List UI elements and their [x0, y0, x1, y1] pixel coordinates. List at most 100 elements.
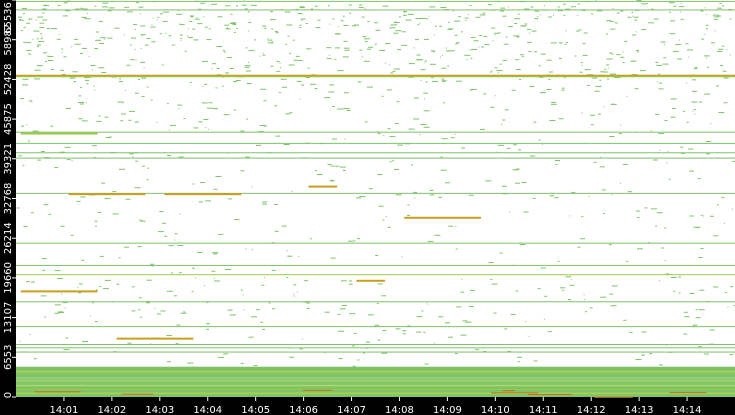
activity-point — [581, 112, 583, 114]
activity-point — [397, 49, 402, 51]
activity-point — [344, 138, 346, 140]
activity-point — [548, 78, 551, 80]
activity-point — [306, 302, 311, 304]
activity-point — [375, 255, 379, 256]
y-tick-label: 26214 — [3, 222, 14, 254]
activity-point — [285, 43, 288, 45]
activity-point — [425, 81, 428, 83]
activity-point — [129, 44, 132, 46]
activity-point — [688, 56, 690, 58]
activity-point — [356, 197, 361, 199]
activity-point — [618, 133, 622, 135]
activity-point — [440, 169, 447, 171]
activity-point — [54, 270, 61, 272]
activity-point — [670, 20, 676, 22]
activity-point — [376, 302, 379, 304]
activity-point — [37, 46, 39, 47]
activity-point — [469, 89, 473, 91]
activity-point — [30, 212, 34, 214]
activity-point — [56, 278, 63, 279]
band-line — [16, 326, 735, 328]
activity-point — [658, 280, 660, 282]
activity-point — [183, 118, 186, 119]
activity-point — [58, 34, 60, 36]
dense-stripe — [16, 383, 735, 385]
activity-point — [713, 235, 719, 237]
activity-point — [404, 12, 406, 14]
activity-point — [393, 68, 400, 70]
activity-point — [81, 16, 87, 18]
activity-point — [668, 2, 675, 4]
activity-point — [416, 54, 421, 56]
activity-point — [26, 42, 31, 44]
activity-point — [262, 201, 267, 203]
activity-point — [517, 361, 520, 363]
activity-point — [544, 295, 548, 297]
activity-point — [582, 43, 586, 45]
activity-point — [315, 170, 318, 171]
band-line — [16, 274, 735, 276]
activity-point — [146, 86, 149, 88]
activity-point — [95, 39, 101, 41]
activity-point — [683, 110, 686, 112]
activity-point — [541, 143, 543, 145]
x-tick-label: 14:07 — [337, 405, 366, 415]
activity-point — [287, 35, 290, 37]
activity-point — [359, 196, 366, 197]
activity-point — [464, 54, 471, 56]
activity-point — [293, 295, 295, 297]
activity-point — [297, 291, 299, 293]
activity-point — [263, 100, 267, 102]
activity-point — [684, 316, 690, 318]
activity-point — [700, 248, 704, 249]
activity-point — [215, 87, 218, 89]
activity-point — [76, 200, 81, 202]
activity-point — [729, 286, 733, 288]
activity-point — [721, 196, 725, 198]
activity-point — [343, 92, 349, 94]
activity-point — [247, 11, 250, 13]
activity-point — [560, 287, 566, 289]
activity-point — [546, 59, 552, 61]
activity-point — [720, 367, 723, 368]
activity-point — [65, 108, 71, 109]
activity-point — [368, 188, 373, 190]
activity-point — [408, 128, 415, 130]
activity-point — [48, 213, 52, 215]
activity-point — [46, 28, 50, 29]
activity-point — [271, 28, 274, 30]
activity-point — [394, 169, 399, 170]
activity-point — [704, 33, 706, 35]
activity-point — [57, 4, 61, 6]
activity-point — [174, 239, 176, 241]
activity-point — [70, 234, 74, 236]
activity-point — [19, 98, 24, 100]
activity-point — [717, 15, 721, 17]
activity-point — [267, 39, 273, 41]
activity-point — [377, 283, 383, 285]
activity-point — [223, 51, 226, 53]
activity-point — [382, 330, 387, 332]
activity-point — [699, 101, 702, 103]
activity-point — [502, 60, 507, 61]
activity-point — [299, 6, 305, 8]
activity-point — [37, 41, 44, 42]
activity-point — [461, 147, 466, 149]
activity-point — [124, 34, 125, 36]
activity-point — [670, 98, 677, 100]
activity-point — [608, 67, 610, 69]
activity-point — [99, 286, 102, 287]
activity-point — [164, 235, 168, 237]
activity-point — [648, 22, 655, 24]
activity-point — [680, 146, 684, 148]
activity-point — [729, 54, 731, 56]
activity-point — [135, 160, 139, 162]
activity-point — [178, 272, 182, 274]
activity-point — [387, 128, 391, 130]
activity-point — [469, 5, 472, 7]
activity-point — [127, 342, 132, 344]
activity-point — [245, 70, 251, 72]
activity-point — [502, 15, 507, 17]
activity-point — [346, 110, 351, 111]
activity-point — [494, 95, 496, 97]
